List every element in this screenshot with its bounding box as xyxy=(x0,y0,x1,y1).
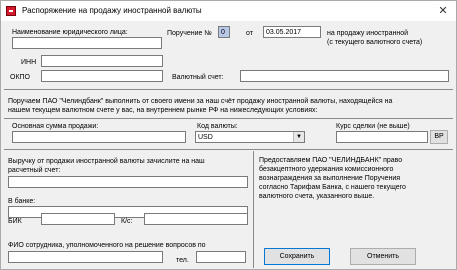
chevron-down-icon[interactable]: ▼ xyxy=(293,132,304,142)
bank-label: В банке: xyxy=(8,198,36,205)
app-logo-icon xyxy=(6,6,16,16)
phone-label: тел. xyxy=(176,257,189,264)
order-date-from-label: от xyxy=(246,30,253,37)
order-number-field[interactable]: 0 xyxy=(218,26,230,38)
order-date-field[interactable]: 03.05.2017 xyxy=(263,26,321,38)
currency-account-field[interactable] xyxy=(240,70,449,82)
inn-field[interactable] xyxy=(41,55,163,67)
bik-label: БИК xyxy=(8,218,22,225)
bik-field[interactable] xyxy=(41,213,115,225)
commission-note: Предоставляем ПАО "ЧЕЛИНДБАНК" право без… xyxy=(259,157,406,200)
okpo-field[interactable] xyxy=(41,70,163,82)
ks-field[interactable] xyxy=(144,213,248,225)
main-amount-field[interactable] xyxy=(12,131,186,143)
divider xyxy=(4,89,453,90)
employee-field[interactable] xyxy=(8,251,163,263)
title-bar: Распоряжение на продажу иностранной валю… xyxy=(1,1,456,21)
inn-label: ИНН xyxy=(21,59,37,66)
org-name-label: Наименование юридического лица: xyxy=(12,29,128,36)
cancel-button[interactable]: Отменить xyxy=(350,248,416,265)
okpo-label: ОКПО xyxy=(10,74,30,81)
proceeds-label-line1: Выручку от продажи иностранной валюты за… xyxy=(8,158,205,165)
save-button[interactable]: Сохранить xyxy=(264,248,330,265)
ks-label: К/с: xyxy=(121,218,133,225)
phone-field[interactable] xyxy=(196,251,246,263)
sale-order-window: Распоряжение на продажу иностранной валю… xyxy=(0,0,457,270)
instruction-line2: нашем текущем валютном счете у вас, на в… xyxy=(8,107,318,114)
org-name-field[interactable] xyxy=(12,37,162,49)
currency-account-label: Валютный счет: xyxy=(172,74,224,81)
close-icon[interactable]: ✕ xyxy=(435,4,451,18)
window-title: Распоряжение на продажу иностранной валю… xyxy=(22,6,202,15)
vertical-divider xyxy=(253,151,254,268)
proceeds-account-field[interactable] xyxy=(8,176,248,188)
instruction-line1: Поручаем ПАО "Челиндбанк" выполнить от с… xyxy=(8,98,393,105)
rate-lookup-button[interactable]: ВР xyxy=(430,130,448,144)
divider xyxy=(4,149,453,150)
on-sale-note-line2: (с текущего валютного счета) xyxy=(327,39,423,46)
currency-code-value: USD xyxy=(198,134,213,141)
currency-code-label: Код валюты: xyxy=(197,123,238,130)
employee-label: ФИО сотрудника, уполномоченного на решен… xyxy=(8,242,206,249)
divider xyxy=(4,118,453,119)
rate-label: Курс сделки (не выше) xyxy=(336,123,410,130)
currency-code-select[interactable]: USD ▼ xyxy=(195,131,305,143)
on-sale-note-line1: на продажу иностранной xyxy=(327,30,409,37)
order-number-label: Поручение № xyxy=(167,30,212,37)
rate-field[interactable] xyxy=(336,131,428,143)
proceeds-label-line2: расчетный счет: xyxy=(8,167,61,174)
main-amount-label: Основная сумма продажи: xyxy=(12,123,99,130)
